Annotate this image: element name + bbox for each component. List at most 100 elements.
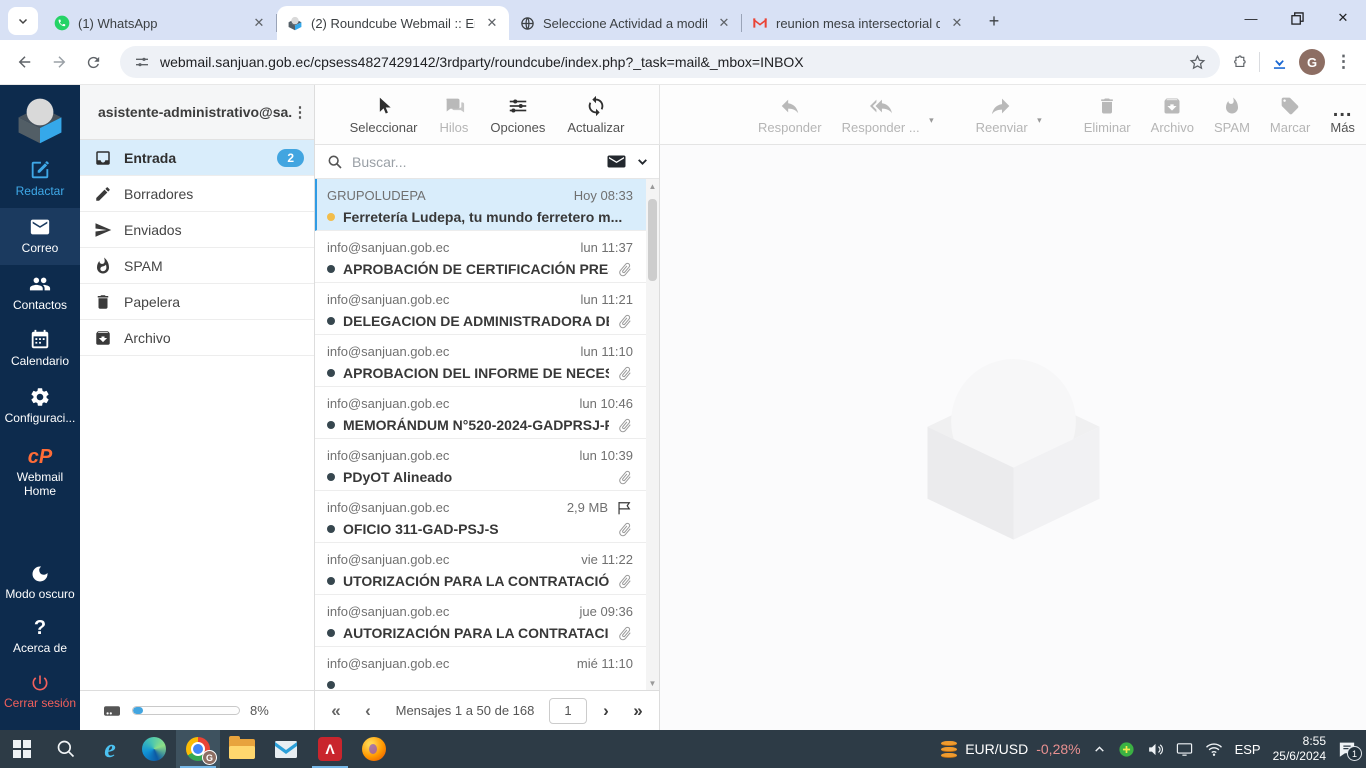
reply-all-button[interactable]: Responder ... ▾ (834, 93, 934, 137)
taskbar-edge-button[interactable] (132, 730, 176, 768)
taskbar-mail-button[interactable] (264, 730, 308, 768)
tab-close-icon[interactable]: ✕ (948, 14, 966, 32)
reload-icon[interactable] (78, 47, 108, 77)
message-row[interactable]: info@sanjuan.gob.ec lun 11:21 DELEGACION… (315, 283, 659, 335)
message-row[interactable]: info@sanjuan.gob.ec jue 09:36 AUTORIZACI… (315, 595, 659, 647)
restore-button[interactable] (1274, 0, 1320, 36)
taskbar-ie-button[interactable]: e (88, 730, 132, 768)
tab-whatsapp[interactable]: (1) WhatsApp ✕ (44, 6, 276, 40)
tab-actividad[interactable]: Seleccione Actividad a modific ✕ (509, 6, 741, 40)
taskbar-chrome-button[interactable]: G (176, 730, 220, 768)
display-connect-icon[interactable] (1176, 742, 1193, 757)
page-number-input[interactable] (549, 697, 587, 724)
sidebar-item-cerrar-sesion[interactable]: Cerrar sesión (0, 665, 80, 720)
more-button[interactable]: ... Más (1322, 93, 1363, 137)
tab-gmail[interactable]: reunion mesa intersectorial de s ✕ (742, 6, 974, 40)
sidebar-item-correo[interactable]: Correo (0, 207, 80, 265)
flag-icon[interactable] (616, 500, 633, 515)
refresh-button[interactable]: Actualizar (559, 93, 632, 137)
message-row[interactable]: info@sanjuan.gob.ec vie 11:22 UTORIZACIÓ… (315, 543, 659, 595)
sidebar-item-calendario[interactable]: Calendario (0, 321, 80, 378)
folder-borradores[interactable]: Borradores (80, 176, 314, 212)
spam-button[interactable]: SPAM (1206, 93, 1258, 137)
folder-enviados[interactable]: Enviados (80, 212, 314, 248)
mark-button[interactable]: Marcar (1262, 93, 1318, 137)
taskbar-search-button[interactable] (44, 730, 88, 768)
tab-search-button[interactable] (8, 7, 38, 35)
reply-button[interactable]: Responder (750, 93, 830, 137)
unread-dot[interactable] (327, 525, 335, 533)
close-window-button[interactable]: ✕ (1320, 0, 1366, 36)
unread-dot[interactable] (327, 577, 335, 585)
sidebar-item-redactar[interactable]: Redactar (0, 151, 80, 208)
folder-papelera[interactable]: Papelera (80, 284, 314, 320)
search-input[interactable] (352, 153, 598, 170)
list-scrollbar[interactable]: ▲ ▼ (646, 179, 659, 690)
delete-button[interactable]: Eliminar (1076, 93, 1139, 137)
back-icon[interactable] (10, 47, 40, 77)
taskbar-explorer-button[interactable] (220, 730, 264, 768)
site-settings-icon[interactable] (134, 54, 150, 70)
first-page-button[interactable]: « (323, 701, 349, 721)
browser-menu-icon[interactable]: ⋮ (1335, 52, 1352, 72)
dropdown-caret-icon[interactable]: ▾ (1037, 115, 1042, 126)
message-row[interactable]: info@sanjuan.gob.ec lun 11:10 APROBACION… (315, 335, 659, 387)
wifi-icon[interactable] (1205, 742, 1223, 757)
language-indicator[interactable]: ESP (1235, 742, 1261, 757)
folder-actions-icon[interactable]: ⋮ (292, 103, 308, 121)
forward-icon[interactable] (44, 47, 74, 77)
scroll-down-icon[interactable]: ▼ (646, 676, 659, 690)
unread-dot[interactable] (327, 369, 335, 377)
forward-button[interactable]: Reenviar ▾ (968, 93, 1042, 137)
envelope-icon[interactable] (607, 154, 626, 169)
unread-dot[interactable] (327, 629, 335, 637)
unread-dot[interactable] (327, 317, 335, 325)
minimize-button[interactable]: — (1228, 0, 1274, 36)
select-button[interactable]: Seleccionar (342, 93, 426, 137)
message-row[interactable]: info@sanjuan.gob.ec lun 10:39 PDyOT Alin… (315, 439, 659, 491)
unread-dot[interactable] (327, 473, 335, 481)
archive-button[interactable]: Archivo (1143, 93, 1202, 137)
antivirus-tray-icon[interactable] (1118, 741, 1135, 758)
profile-avatar[interactable]: G (1299, 49, 1325, 75)
tab-close-icon[interactable]: ✕ (250, 14, 268, 32)
sidebar-item-modo-oscuro[interactable]: Modo oscuro (0, 556, 80, 611)
folder-archivo[interactable]: Archivo (80, 320, 314, 356)
clock[interactable]: 8:55 25/6/2024 (1273, 734, 1326, 764)
prev-page-button[interactable]: ‹ (355, 701, 381, 721)
volume-icon[interactable] (1147, 741, 1164, 758)
unread-dot[interactable] (327, 265, 335, 273)
tab-close-icon[interactable]: ✕ (483, 14, 501, 32)
omnibox[interactable]: webmail.sanjuan.gob.ec/cpsess4827429142/… (120, 46, 1220, 78)
currency-ticker[interactable]: EUR/USD -0,28% (941, 740, 1081, 758)
new-tab-button[interactable]: + (980, 7, 1008, 35)
url-text[interactable]: webmail.sanjuan.gob.ec/cpsess4827429142/… (160, 54, 1179, 70)
unread-dot[interactable] (327, 681, 335, 689)
chevron-down-icon[interactable] (636, 155, 649, 168)
download-icon[interactable] (1270, 53, 1289, 72)
message-row[interactable]: info@sanjuan.gob.ec mié 11:10 (315, 647, 659, 690)
bookmark-star-icon[interactable] (1189, 54, 1206, 71)
scrollbar-thumb[interactable] (648, 199, 657, 281)
dropdown-caret-icon[interactable]: ▾ (929, 115, 934, 126)
sidebar-item-acerca-de[interactable]: ? Acerca de (0, 610, 80, 665)
tray-expand-icon[interactable] (1093, 743, 1106, 756)
taskbar-acrobat-button[interactable]: Λ (308, 730, 352, 768)
message-row[interactable]: GRUPOLUDEPA Hoy 08:33 Ferretería Ludepa,… (315, 179, 659, 231)
message-row[interactable]: info@sanjuan.gob.ec 2,9 MB OFICIO 311-GA… (315, 491, 659, 543)
next-page-button[interactable]: › (593, 701, 619, 721)
options-button[interactable]: Opciones (482, 93, 553, 137)
tab-roundcube[interactable]: (2) Roundcube Webmail :: Entra ✕ (277, 6, 509, 40)
tab-close-icon[interactable]: ✕ (715, 14, 733, 32)
sidebar-item-configuracion[interactable]: Configuraci... (0, 378, 80, 435)
last-page-button[interactable]: » (625, 701, 651, 721)
scroll-up-icon[interactable]: ▲ (646, 179, 659, 193)
threads-button[interactable]: Hilos (432, 93, 477, 137)
folder-spam[interactable]: SPAM (80, 248, 314, 284)
sidebar-item-webmail-home[interactable]: cP Webmail Home (0, 439, 80, 508)
unread-dot[interactable] (327, 213, 335, 221)
sidebar-item-contactos[interactable]: Contactos (0, 265, 80, 322)
message-row[interactable]: info@sanjuan.gob.ec lun 11:37 APROBACIÓN… (315, 231, 659, 283)
message-row[interactable]: info@sanjuan.gob.ec lun 10:46 MEMORÁNDUM… (315, 387, 659, 439)
start-button[interactable] (0, 730, 44, 768)
